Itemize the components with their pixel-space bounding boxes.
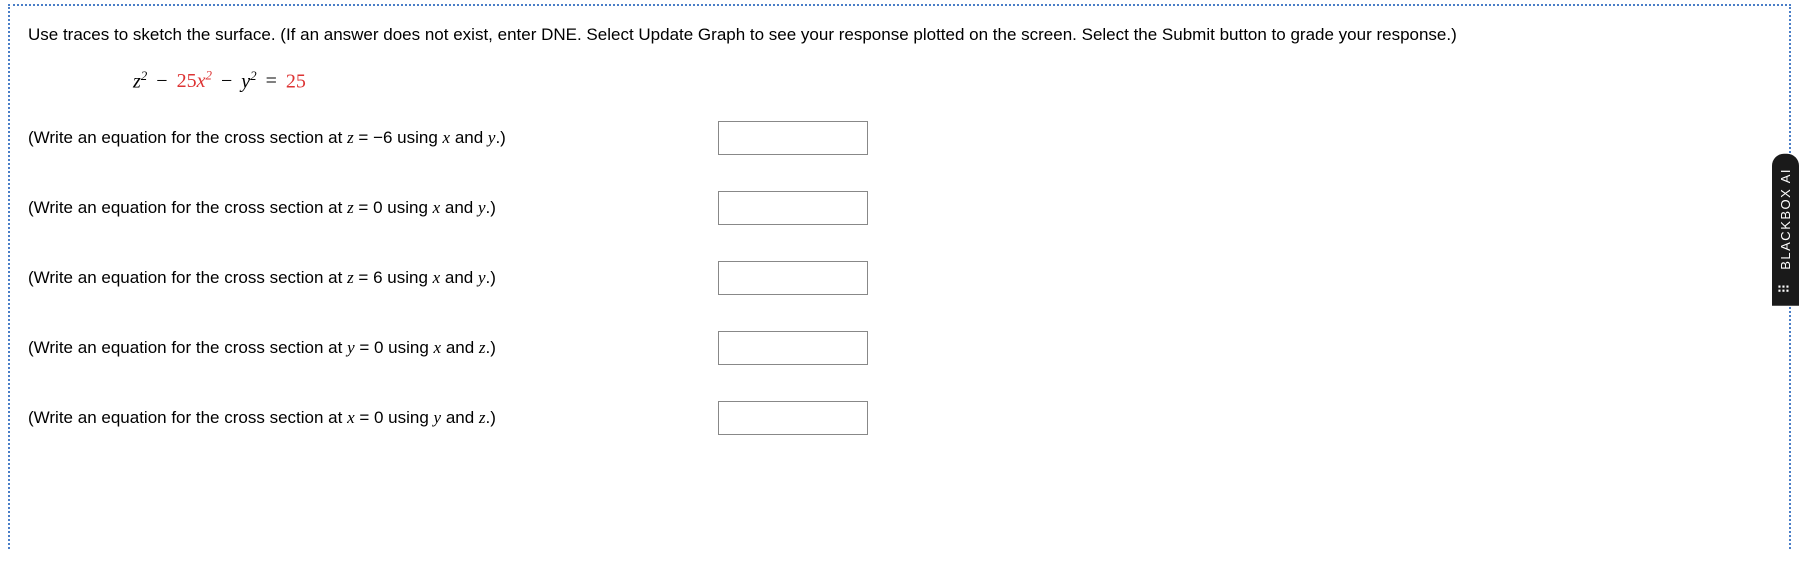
answer-input-2[interactable] — [718, 191, 868, 225]
question-row-2: (Write an equation for the cross section… — [28, 191, 1771, 225]
blackbox-label: BLACKBOX AI — [1778, 168, 1793, 270]
question-container: Use traces to sketch the surface. (If an… — [8, 4, 1791, 549]
instructions-text: Use traces to sketch the surface. (If an… — [28, 22, 1771, 48]
question-text-3: (Write an equation for the cross section… — [28, 268, 718, 288]
question-text-1: (Write an equation for the cross section… — [28, 128, 718, 148]
question-text-2: (Write an equation for the cross section… — [28, 198, 718, 218]
dots-icon — [1779, 278, 1793, 292]
answer-input-3[interactable] — [718, 261, 868, 295]
answer-input-1[interactable] — [718, 121, 868, 155]
blackbox-ai-tab[interactable]: BLACKBOX AI — [1772, 154, 1799, 306]
question-row-4: (Write an equation for the cross section… — [28, 331, 1771, 365]
question-row-1: (Write an equation for the cross section… — [28, 121, 1771, 155]
answer-input-5[interactable] — [718, 401, 868, 435]
question-row-5: (Write an equation for the cross section… — [28, 401, 1771, 435]
question-content: Use traces to sketch the surface. (If an… — [10, 14, 1789, 479]
question-row-3: (Write an equation for the cross section… — [28, 261, 1771, 295]
question-text-5: (Write an equation for the cross section… — [28, 408, 718, 428]
answer-input-4[interactable] — [718, 331, 868, 365]
surface-equation: z2 − 25x2 − y2 = 25 — [133, 68, 1771, 94]
question-text-4: (Write an equation for the cross section… — [28, 338, 718, 358]
